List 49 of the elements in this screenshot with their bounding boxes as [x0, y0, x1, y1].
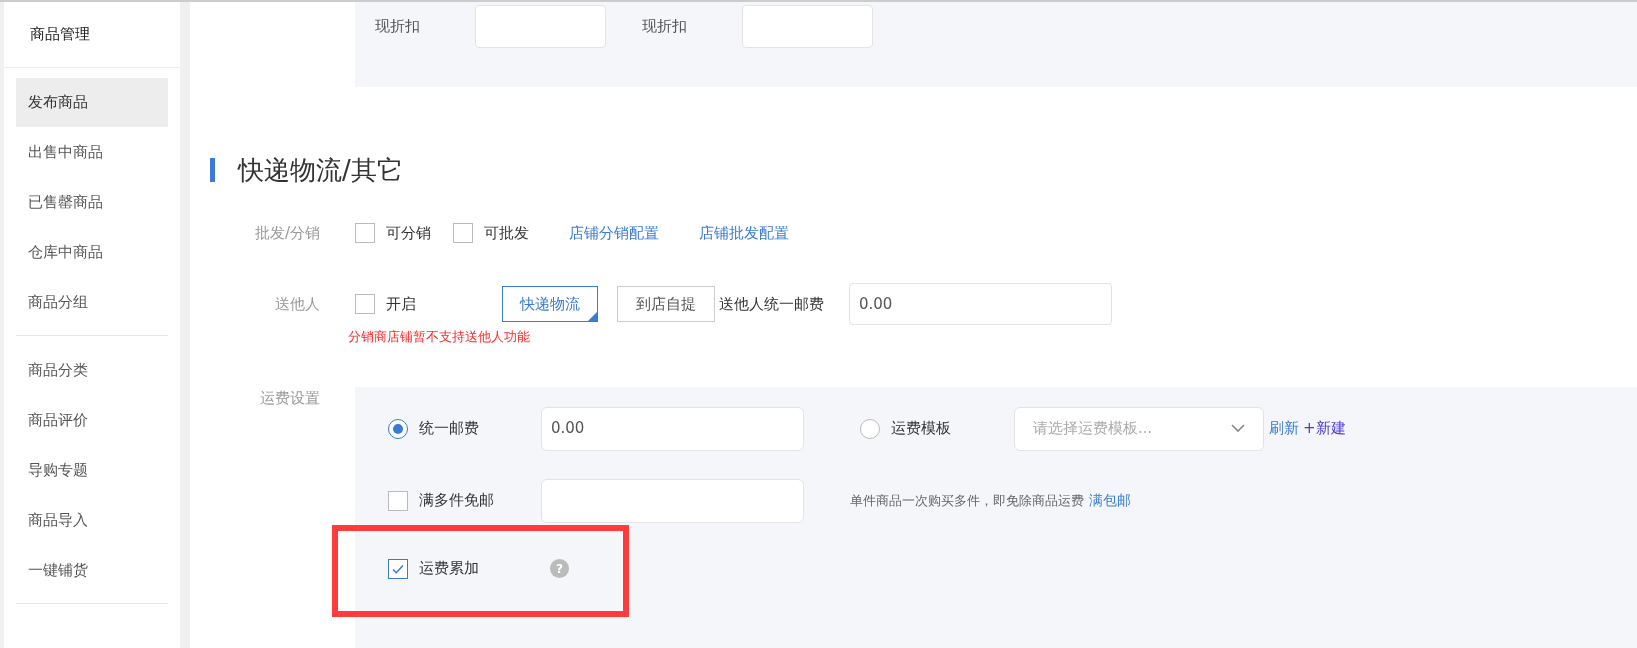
checkbox-label: 运费累加: [419, 558, 480, 580]
radio-label: 统一邮费: [419, 418, 480, 440]
sidebar-item[interactable]: 商品分类: [16, 346, 168, 395]
delivery-mode-tab[interactable]: 到店自提: [617, 286, 715, 322]
delivery-mode-tab[interactable]: 快递物流: [502, 286, 598, 322]
uniform-fee-input[interactable]: 0.00: [541, 406, 804, 451]
new-template-link[interactable]: +新建: [1303, 417, 1346, 440]
discount-input[interactable]: [475, 5, 606, 48]
corner-check-icon: [588, 312, 597, 321]
checkbox-label: 满多件免邮: [419, 490, 495, 512]
field-label: 运费设置: [259, 387, 320, 409]
radio-button[interactable]: [860, 418, 880, 439]
sidebar-item[interactable]: 发布商品: [16, 78, 168, 127]
checkbox[interactable]: [388, 558, 408, 579]
free-count-input[interactable]: [541, 478, 804, 523]
field-label: 送他人统一邮费: [719, 293, 824, 315]
sidebar-item[interactable]: 出售中商品: [16, 128, 168, 177]
fee-input[interactable]: 0.00: [849, 283, 1112, 325]
chevron-down-icon: [1231, 424, 1245, 433]
sidebar-item[interactable]: 一键铺货: [16, 546, 168, 595]
sidebar-title: 商品管理: [30, 24, 90, 46]
sidebar-item[interactable]: 商品分组: [16, 278, 168, 327]
checkbox[interactable]: [355, 223, 375, 243]
sidebar-item[interactable]: 已售罄商品: [16, 178, 168, 227]
sidebar-item[interactable]: 仓库中商品: [16, 228, 168, 277]
radio-label: 运费模板: [891, 418, 952, 440]
hint-text: 单件商品一次购买多件，即免除商品运费: [850, 491, 1084, 510]
checkbox[interactable]: [388, 490, 408, 511]
checkbox-label: 可批发: [484, 222, 529, 244]
sidebar-item[interactable]: 商品导入: [16, 496, 168, 545]
field-label: 送他人: [274, 294, 320, 315]
radio-button[interactable]: [388, 418, 408, 439]
warning-text: 分销商店铺暂不支持送他人功能: [348, 328, 531, 346]
checkbox-label: 可分销: [386, 222, 431, 244]
field-label: 现折扣: [642, 16, 688, 37]
config-link[interactable]: 店铺批发配置: [699, 221, 789, 245]
section-marker: [210, 158, 215, 182]
checkbox[interactable]: [355, 294, 375, 314]
sidebar-item[interactable]: 导购专题: [16, 446, 168, 495]
sidebar-item[interactable]: 商品评价: [16, 396, 168, 445]
config-link[interactable]: 店铺分销配置: [569, 221, 659, 245]
field-label: 批发/分销: [253, 222, 320, 244]
field-label: 现折扣: [375, 16, 421, 37]
checkbox[interactable]: [453, 223, 473, 243]
discount-input[interactable]: [742, 5, 873, 48]
free-shipping-link[interactable]: 满包邮: [1089, 490, 1131, 511]
section-title: 快递物流/其它: [238, 153, 403, 187]
refresh-link[interactable]: 刷新: [1269, 417, 1299, 440]
checkbox-label: 开启: [386, 293, 417, 315]
